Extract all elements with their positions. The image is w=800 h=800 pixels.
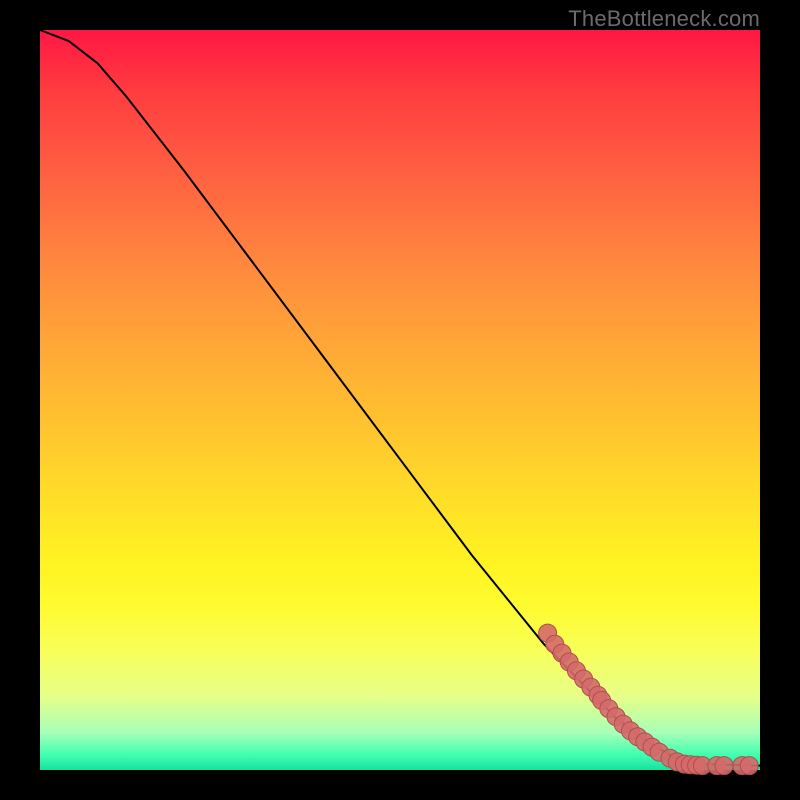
bottleneck-curve (40, 30, 760, 766)
watermark-label: TheBottleneck.com (568, 6, 760, 32)
chart-frame: TheBottleneck.com (0, 0, 800, 800)
plot-area (40, 30, 760, 770)
data-point-cluster (539, 624, 759, 775)
data-point (715, 757, 733, 775)
chart-svg (40, 30, 760, 770)
data-point (740, 757, 758, 775)
